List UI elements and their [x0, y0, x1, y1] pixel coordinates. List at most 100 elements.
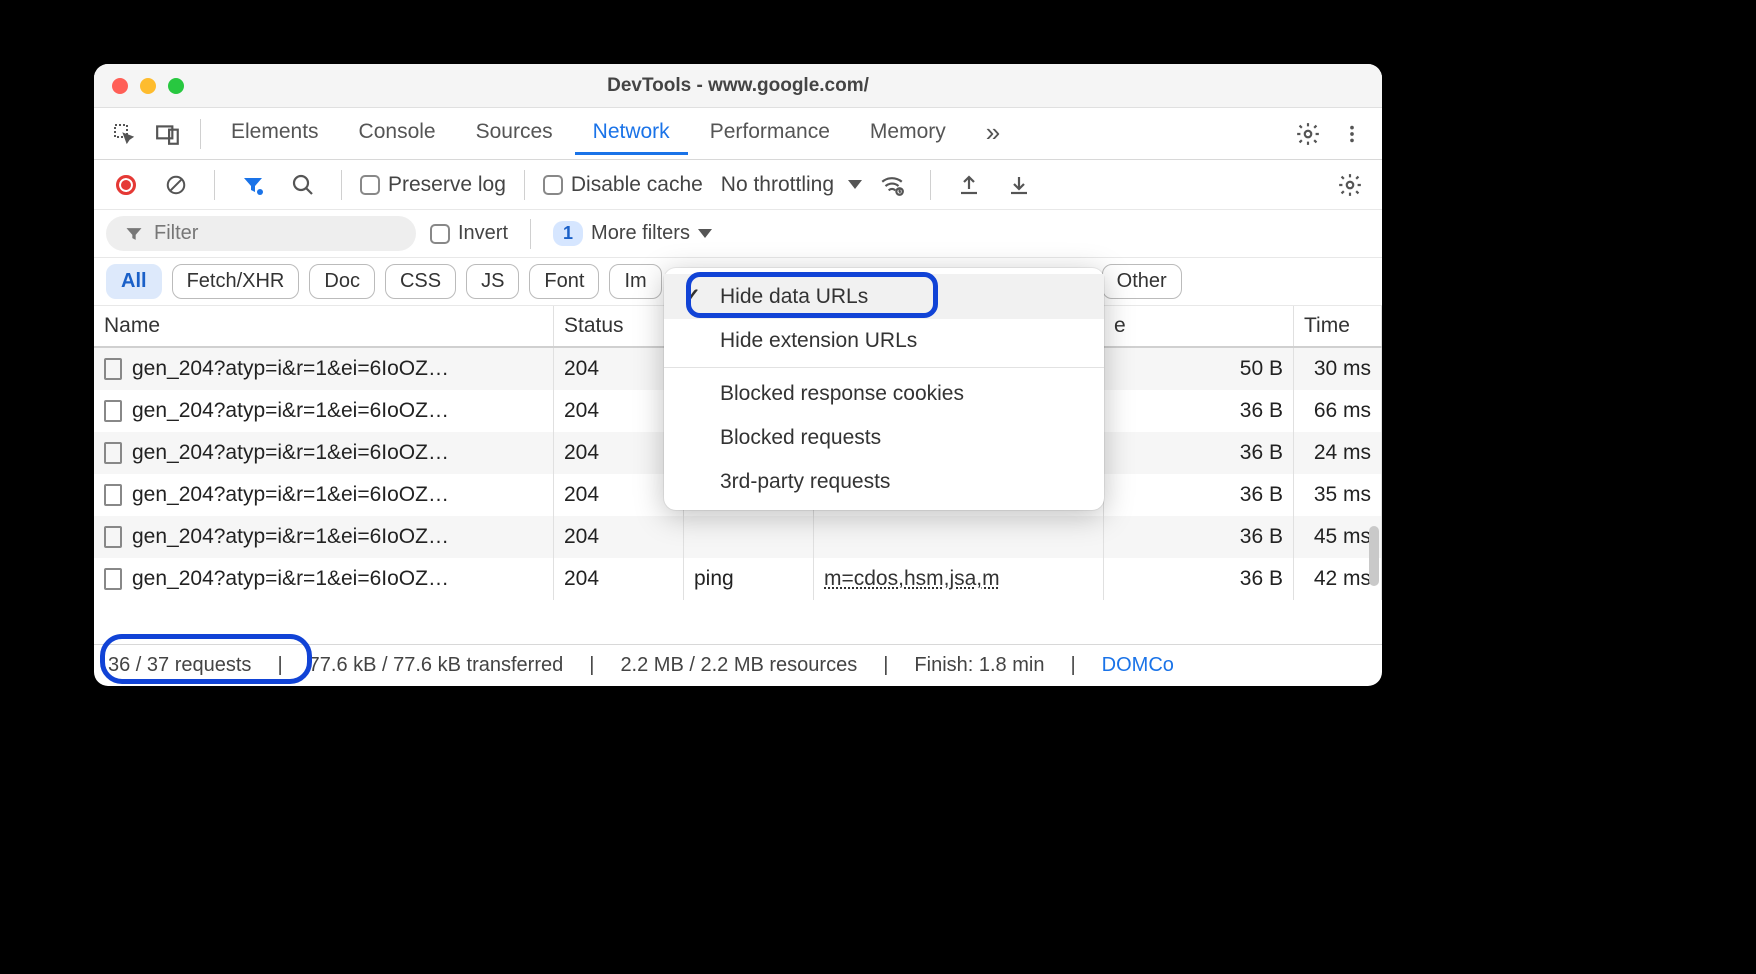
dd-hide-ext-label: Hide extension URLs: [720, 329, 917, 353]
document-icon: [104, 568, 122, 590]
network-toolbar: Preserve log Disable cache No throttling: [94, 160, 1382, 210]
request-time: 35 ms: [1294, 474, 1382, 516]
more-filters-label: More filters: [591, 222, 690, 245]
search-icon[interactable]: [283, 165, 323, 205]
request-name: gen_204?atyp=i&r=1&ei=6IoOZ…: [132, 399, 449, 423]
request-name: gen_204?atyp=i&r=1&ei=6IoOZ…: [132, 357, 449, 381]
settings-gear-icon[interactable]: [1288, 114, 1328, 154]
dd-third-party-requests[interactable]: 3rd-party requests: [664, 460, 1104, 504]
document-icon: [104, 442, 122, 464]
device-toolbar-icon[interactable]: [148, 114, 188, 154]
dd-third-party-label: 3rd-party requests: [720, 470, 890, 494]
request-type: ping: [684, 558, 814, 600]
tabs-overflow-button[interactable]: »: [968, 109, 1018, 159]
preserve-log-label: Preserve log: [388, 173, 506, 197]
status-finish: Finish: 1.8 min: [914, 654, 1044, 677]
chip-other[interactable]: Other: [1102, 264, 1182, 299]
more-filters-button[interactable]: 1 More filters: [553, 221, 712, 246]
network-settings-gear-icon[interactable]: [1330, 165, 1370, 205]
throttling-select[interactable]: No throttling: [721, 173, 862, 197]
separator: [341, 170, 342, 200]
chip-js[interactable]: JS: [466, 264, 519, 299]
dd-blocked-requests[interactable]: Blocked requests: [664, 416, 1104, 460]
tab-console[interactable]: Console: [341, 112, 454, 155]
col-size[interactable]: e: [1104, 306, 1294, 346]
document-icon: [104, 400, 122, 422]
tab-sources[interactable]: Sources: [458, 112, 571, 155]
col-name[interactable]: Name: [94, 306, 554, 346]
panel-tabs: Elements Console Sources Network Perform…: [94, 108, 1382, 160]
dd-blocked-response-cookies[interactable]: Blocked response cookies: [664, 372, 1104, 416]
dd-blocked-requests-label: Blocked requests: [720, 426, 881, 450]
chevron-down-icon: [698, 229, 712, 238]
tab-memory[interactable]: Memory: [852, 112, 964, 155]
window-title: DevTools - www.google.com/: [94, 75, 1382, 97]
inspect-element-icon[interactable]: [104, 114, 144, 154]
filter-placeholder: Filter: [154, 222, 198, 245]
separator: [214, 170, 215, 200]
request-time: 30 ms: [1294, 348, 1382, 390]
separator: [524, 170, 525, 200]
request-size: 36 B: [1104, 474, 1294, 516]
table-row[interactable]: gen_204?atyp=i&r=1&ei=6IoOZ… 204pingm=cdo…: [94, 558, 1382, 600]
document-icon: [104, 358, 122, 380]
request-size: 50 B: [1104, 348, 1294, 390]
request-size: 36 B: [1104, 390, 1294, 432]
status-bar: 36 / 37 requests | 77.6 kB / 77.6 kB tra…: [94, 644, 1382, 686]
zoom-window-button[interactable]: [168, 78, 184, 94]
more-filters-badge: 1: [553, 221, 583, 246]
devtools-window: DevTools - www.google.com/ Elements Cons…: [94, 64, 1382, 686]
checkmark-icon: ✓: [680, 284, 704, 309]
separator: [200, 119, 201, 149]
kebab-menu-icon[interactable]: [1332, 114, 1372, 154]
minimize-window-button[interactable]: [140, 78, 156, 94]
dd-blocked-cookies-label: Blocked response cookies: [720, 382, 964, 406]
filter-input[interactable]: Filter: [106, 216, 416, 251]
close-window-button[interactable]: [112, 78, 128, 94]
tab-network[interactable]: Network: [575, 112, 688, 155]
document-icon: [104, 526, 122, 548]
col-time[interactable]: Time: [1294, 306, 1382, 346]
filter-toggle-icon[interactable]: [233, 165, 273, 205]
more-filters-dropdown: ✓ Hide data URLs Hide extension URLs Blo…: [664, 268, 1104, 510]
disable-cache-checkbox[interactable]: Disable cache: [543, 173, 703, 197]
vertical-scrollbar[interactable]: [1369, 526, 1379, 586]
chip-img[interactable]: Im: [609, 264, 661, 299]
record-button[interactable]: [106, 165, 146, 205]
request-name: gen_204?atyp=i&r=1&ei=6IoOZ…: [132, 567, 449, 591]
table-row[interactable]: gen_204?atyp=i&r=1&ei=6IoOZ…20436 B45 ms: [94, 516, 1382, 558]
dd-hide-data-urls-label: Hide data URLs: [720, 285, 868, 309]
funnel-icon: [124, 224, 144, 244]
request-status: 204: [554, 558, 684, 600]
request-name: gen_204?atyp=i&r=1&ei=6IoOZ…: [132, 483, 449, 507]
request-time: 24 ms: [1294, 432, 1382, 474]
dd-hide-data-urls[interactable]: ✓ Hide data URLs: [664, 274, 1104, 319]
disable-cache-label: Disable cache: [571, 173, 703, 197]
filter-bar: Filter Invert 1 More filters: [94, 210, 1382, 258]
preserve-log-checkbox[interactable]: Preserve log: [360, 173, 506, 197]
tab-performance[interactable]: Performance: [692, 112, 848, 155]
request-status: 204: [554, 516, 684, 558]
request-name: gen_204?atyp=i&r=1&ei=6IoOZ…: [132, 441, 449, 465]
invert-checkbox[interactable]: Invert: [430, 222, 508, 245]
document-icon: [104, 484, 122, 506]
chip-font[interactable]: Font: [529, 264, 599, 299]
upload-har-icon[interactable]: [949, 165, 989, 205]
tab-elements[interactable]: Elements: [213, 112, 337, 155]
request-size: 36 B: [1104, 516, 1294, 558]
chip-all[interactable]: All: [106, 264, 162, 299]
status-domcontent[interactable]: DOMCo: [1102, 654, 1174, 677]
request-initiator[interactable]: m=cdos,hsm,jsa,m: [814, 558, 1104, 600]
dd-hide-extension-urls[interactable]: Hide extension URLs: [664, 319, 1104, 363]
request-initiator[interactable]: [814, 516, 1104, 558]
network-conditions-icon[interactable]: [872, 165, 912, 205]
dropdown-separator: [664, 367, 1104, 368]
download-har-icon[interactable]: [999, 165, 1039, 205]
request-size: 36 B: [1104, 432, 1294, 474]
chip-doc[interactable]: Doc: [309, 264, 375, 299]
invert-label: Invert: [458, 222, 508, 245]
clear-button[interactable]: [156, 165, 196, 205]
titlebar: DevTools - www.google.com/: [94, 64, 1382, 108]
chip-css[interactable]: CSS: [385, 264, 456, 299]
chip-fetch-xhr[interactable]: Fetch/XHR: [172, 264, 300, 299]
